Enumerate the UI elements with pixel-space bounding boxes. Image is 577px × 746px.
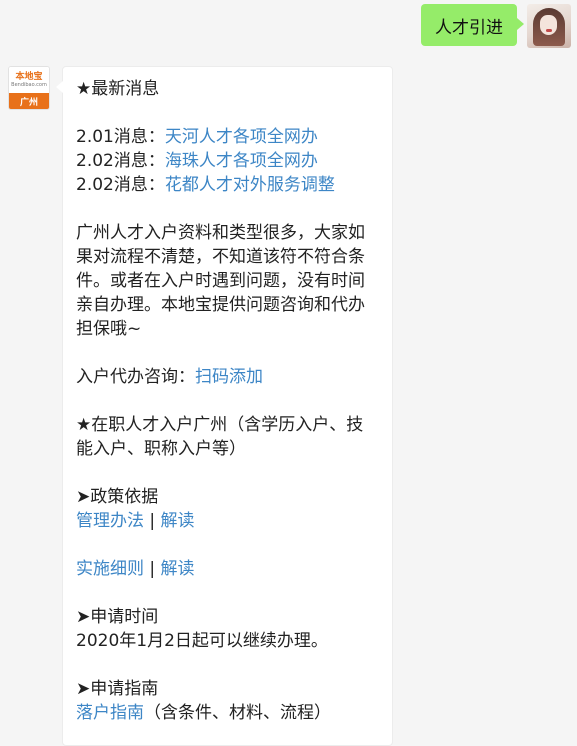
guide-line: 落户指南（含条件、材料、流程） <box>76 701 380 725</box>
time-text: 2020年1月2日起可以继续办理。 <box>76 631 328 651</box>
sent-message-bubble[interactable]: 人才引进 <box>421 4 524 46</box>
link-separator: | <box>144 559 161 579</box>
scan-to-add-link[interactable]: 扫码添加 <box>195 367 263 387</box>
implementation-rules-link[interactable]: 实施细则 <box>76 559 144 579</box>
guide-title: ➤申请指南 <box>76 679 159 699</box>
avatar-face <box>540 15 557 35</box>
bot-brand: 本地宝 <box>15 72 43 82</box>
news-prefix: 2.02消息： <box>76 151 165 171</box>
avatar-mouth <box>546 29 552 32</box>
settlement-guide-link[interactable]: 落户指南 <box>76 703 144 723</box>
news-link-haizhu[interactable]: 海珠人才各项全网办 <box>165 151 318 171</box>
bot-avatar[interactable]: 本地宝 Bendibao.com 广州 <box>8 66 50 110</box>
interpretation-link[interactable]: 解读 <box>161 511 195 531</box>
latest-news-heading: ★最新消息 <box>76 79 160 99</box>
bot-city: 广州 <box>9 93 49 109</box>
news-link-tianhe[interactable]: 天河人才各项全网办 <box>165 127 318 147</box>
link-separator: | <box>144 511 161 531</box>
consult-line: 入户代办咨询：扫码添加 <box>76 365 380 389</box>
bot-domain: Bendibao.com <box>11 82 47 88</box>
guide-note: （含条件、材料、流程） <box>144 703 331 723</box>
received-message-bubble: ★最新消息 2.01消息：天河人才各项全网办 2.02消息：海珠人才各项全网办 … <box>56 66 393 746</box>
policy-title: ➤政策依据 <box>76 487 159 507</box>
bot-avatar-logo: 本地宝 Bendibao.com <box>9 67 49 93</box>
policy-links-row: 管理办法 | 解读 <box>76 509 380 533</box>
sent-message-text: 人才引进 <box>435 17 503 38</box>
user-avatar[interactable] <box>527 4 571 48</box>
news-prefix: 2.02消息： <box>76 175 165 195</box>
sent-message-row: 人才引进 <box>421 4 571 48</box>
news-item: 2.02消息：花都人才对外服务调整 <box>76 173 380 197</box>
news-item: 2.02消息：海珠人才各项全网办 <box>76 149 380 173</box>
consult-label: 入户代办咨询： <box>76 367 195 387</box>
section-title: ★在职人才入户广州（含学历入户、技能入户、职称入户等） <box>76 415 364 459</box>
news-prefix: 2.01消息： <box>76 127 165 147</box>
policy-links-row: 实施细则 | 解读 <box>76 557 380 581</box>
intro-paragraph: 广州人才入户资料和类型很多，大家如果对流程不清楚，不知道该符不符合条件。或者在入… <box>76 223 365 339</box>
news-link-huadu[interactable]: 花都人才对外服务调整 <box>165 175 335 195</box>
news-item: 2.01消息：天河人才各项全网办 <box>76 125 380 149</box>
management-measures-link[interactable]: 管理办法 <box>76 511 144 531</box>
interpretation-link[interactable]: 解读 <box>161 559 195 579</box>
time-title: ➤申请时间 <box>76 607 159 627</box>
